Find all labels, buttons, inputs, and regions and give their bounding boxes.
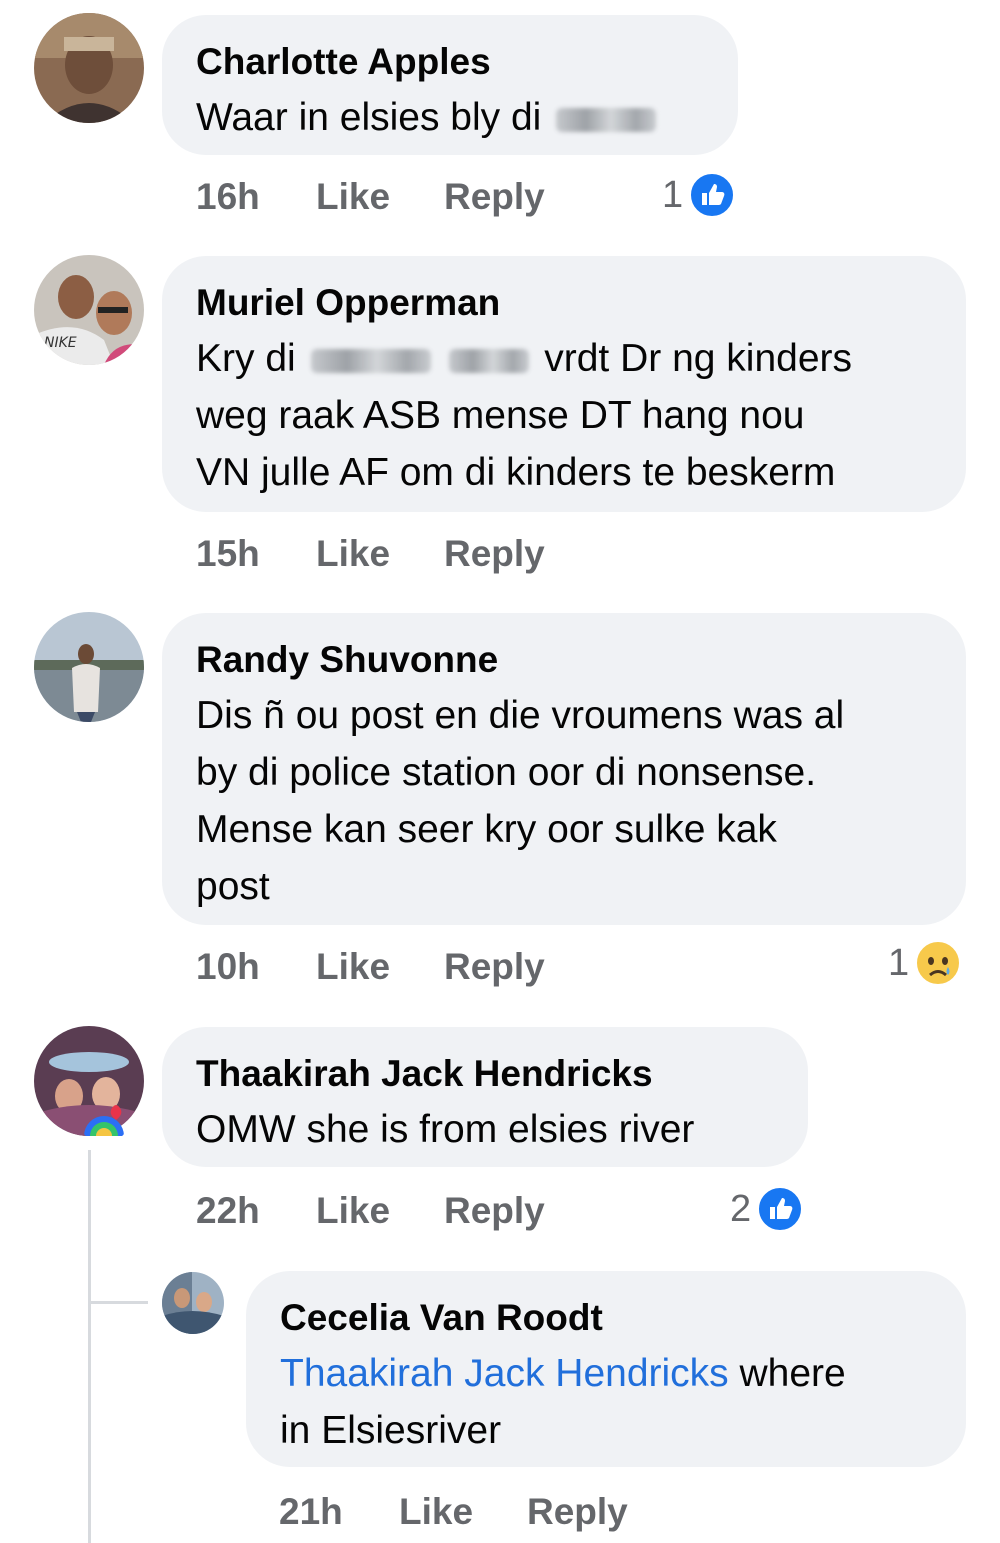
like-button[interactable]: Like — [399, 1491, 473, 1533]
redacted-text — [449, 348, 530, 373]
comment-text: OMW she is from elsies river — [196, 1108, 695, 1151]
comment-bubble: Muriel Opperman Kry di vrdt Dr ng kinder… — [162, 256, 966, 512]
reply-author[interactable]: Cecelia Van Roodt — [280, 1291, 932, 1345]
like-icon — [757, 1186, 804, 1232]
reply-button[interactable]: Reply — [527, 1491, 628, 1533]
avatar[interactable] — [34, 13, 144, 123]
avatar[interactable]: NIKE — [34, 255, 144, 365]
comment-actions: 10h Like Reply — [196, 946, 596, 990]
reaction-count[interactable]: 2 — [730, 1186, 804, 1232]
like-button[interactable]: Like — [316, 533, 390, 575]
reply-time[interactable]: 21h — [279, 1491, 343, 1533]
like-icon — [689, 172, 736, 218]
reaction-count[interactable]: 1 — [662, 172, 736, 218]
comment-time[interactable]: 16h — [196, 176, 260, 218]
comment-bubble: Charlotte Apples Waar in elsies bly di — [162, 15, 738, 155]
avatar[interactable] — [34, 612, 144, 722]
reply-button[interactable]: Reply — [444, 533, 545, 575]
comment-text: Waar in elsies bly di — [196, 89, 704, 146]
thread-connector — [88, 1150, 91, 1543]
comment-bubble: Thaakirah Jack Hendricks OMW she is from… — [162, 1027, 808, 1167]
reaction-count-value: 2 — [730, 1187, 752, 1230]
like-button[interactable]: Like — [316, 176, 390, 218]
comment-text: Dis ñ ou post en die vroumens was al by … — [196, 694, 845, 908]
comment-actions: 15h Like Reply — [196, 533, 596, 577]
rainbow-badge-icon — [82, 1098, 126, 1138]
svg-text:NIKE: NIKE — [44, 335, 77, 351]
redacted-text — [310, 348, 431, 373]
comment-author[interactable]: Charlotte Apples — [196, 35, 704, 89]
comment-actions: 16h Like Reply — [196, 176, 596, 220]
redacted-text — [556, 107, 657, 132]
reaction-count-value: 1 — [888, 941, 910, 984]
reply-button[interactable]: Reply — [444, 946, 545, 988]
avatar[interactable] — [162, 1272, 224, 1334]
thread-connector — [88, 1301, 148, 1304]
like-button[interactable]: Like — [316, 1190, 390, 1232]
comment-time[interactable]: 10h — [196, 946, 260, 988]
comment-text: Kry di vrdt Dr ng kinders weg raak ASB m… — [196, 337, 853, 494]
comment-author[interactable]: Thaakirah Jack Hendricks — [196, 1047, 774, 1101]
reply-text: Thaakirah Jack Hendricks where in Elsies… — [280, 1352, 846, 1452]
reply-actions: 21h Like Reply — [279, 1491, 679, 1535]
comment-bubble: Randy Shuvonne Dis ñ ou post en die vrou… — [162, 613, 966, 925]
comment-author[interactable]: Muriel Opperman — [196, 276, 932, 330]
comment-author[interactable]: Randy Shuvonne — [196, 633, 932, 687]
mention-link[interactable]: Thaakirah Jack Hendricks — [280, 1352, 729, 1395]
comment-time[interactable]: 15h — [196, 533, 260, 575]
reply-button[interactable]: Reply — [444, 1190, 545, 1232]
reaction-count-value: 1 — [662, 173, 684, 216]
comment-actions: 22h Like Reply — [196, 1190, 596, 1234]
reply-bubble: Cecelia Van Roodt Thaakirah Jack Hendric… — [246, 1271, 966, 1467]
comment-time[interactable]: 22h — [196, 1190, 260, 1232]
like-button[interactable]: Like — [316, 946, 390, 988]
reply-button[interactable]: Reply — [444, 176, 545, 218]
reaction-count[interactable]: 1 — [888, 940, 962, 986]
sad-face-icon — [915, 940, 962, 986]
